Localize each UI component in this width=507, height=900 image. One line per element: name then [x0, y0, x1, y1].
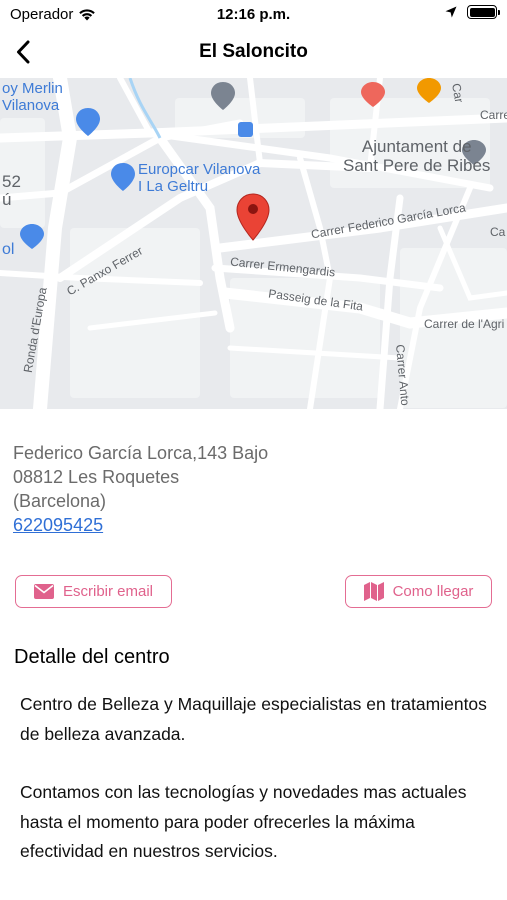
address-block: Federico García Lorca,143 Bajo 08812 Les… [13, 441, 268, 537]
map-icon [363, 582, 384, 601]
details-paragraph-1: Centro de Belleza y Maquillaje especiali… [20, 694, 487, 744]
envelope-icon [33, 584, 54, 599]
email-button-label: Escribir email [62, 583, 153, 600]
map-label-edge-u: ú [2, 190, 12, 209]
address-line-province: (Barcelona) [13, 491, 107, 511]
battery-icon [467, 5, 500, 19]
location-arrow-icon [445, 6, 457, 18]
phone-link[interactable]: 622095425 [13, 515, 103, 535]
map-label-store: oy Merlin Vilanova [2, 80, 63, 114]
map-label-ajuntament-line2: Sant Pere de Ribes [343, 156, 491, 175]
map-roads [0, 78, 507, 409]
map-label-europcar-line2: I La Geltru [138, 178, 209, 195]
details-description: Centro de Belleza y Maquillaje especiali… [20, 690, 495, 867]
map-label-store-line2: Vilanova [2, 97, 60, 114]
map-label-europcar-line1: Europcar Vilanova [138, 161, 261, 178]
directions-button-label: Como llegar [392, 583, 474, 600]
address-line-street: Federico García Lorca,143 Bajo [13, 443, 269, 463]
details-title: Detalle del centro [14, 646, 170, 668]
navigation-bar: El Saloncito [0, 28, 507, 78]
map-label-europcar: Europcar Vilanova I La Geltru [138, 161, 260, 195]
email-button[interactable]: Escribir email [15, 575, 172, 608]
map-street-carre: Carre [480, 108, 507, 122]
status-time: 12:16 p.m. [216, 6, 291, 23]
map-label-store-line1: oy Merlin [2, 80, 63, 97]
map-label-edge-num: 52 [2, 172, 21, 191]
details-paragraph-2: Contamos con las tecnologías y novedades… [20, 782, 467, 861]
map-street-agri: Carrer de l'Agri [424, 317, 505, 331]
address-line-postal: 08812 Les Roquetes [13, 467, 180, 487]
status-bar: Operador 12:16 p.m. [0, 0, 507, 28]
directions-button[interactable]: Como llegar [345, 575, 492, 608]
map[interactable]: oy Merlin Vilanova Europcar Vilanova I L… [0, 78, 507, 409]
map-street-ca: Ca [490, 225, 506, 239]
map-label-edge-ol: ol [2, 241, 15, 258]
map-label-ajuntament: Ajuntament de Sant Pere de Ribes [343, 137, 490, 175]
page-title: El Saloncito [199, 41, 308, 62]
map-label-ajuntament-line1: Ajuntament de [361, 137, 472, 156]
